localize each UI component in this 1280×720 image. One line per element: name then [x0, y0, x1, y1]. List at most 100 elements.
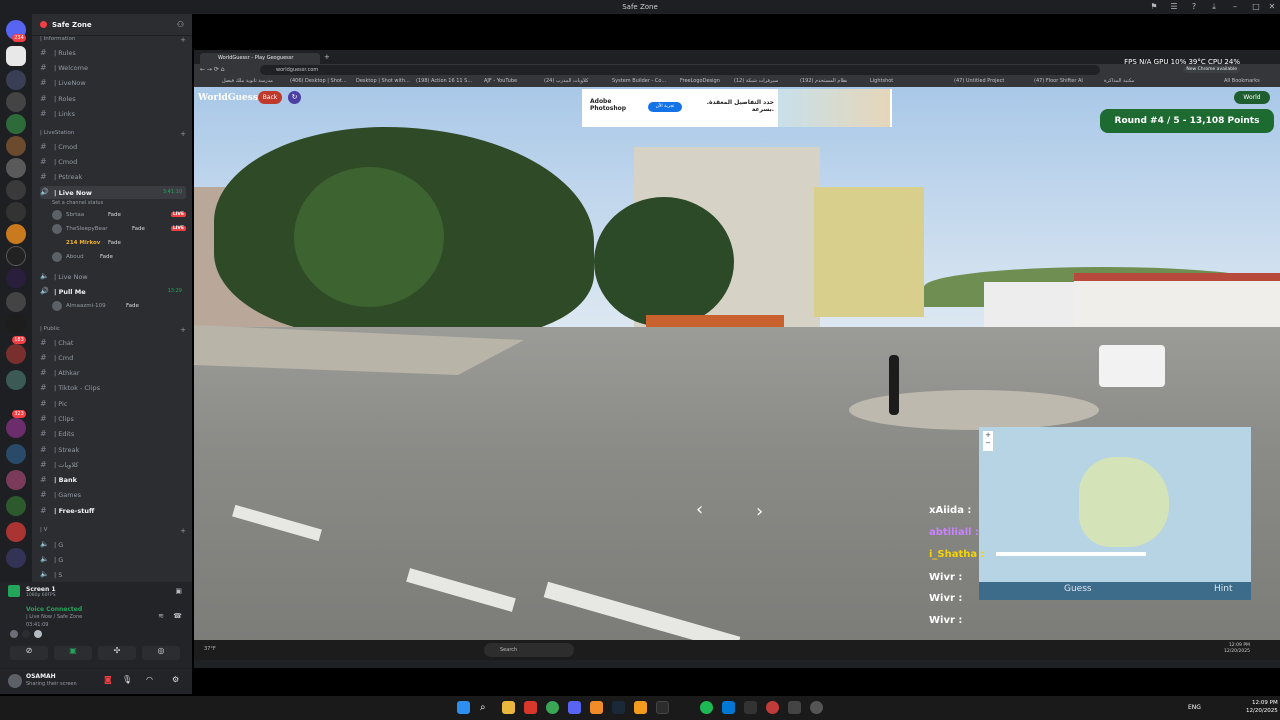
bookmark[interactable]: مكتبة المذاكرة: [1104, 78, 1134, 84]
activities-button[interactable]: ✣: [98, 646, 136, 660]
pan-left-arrow[interactable]: ‹: [696, 499, 703, 520]
bookmark[interactable]: (47) Untitled Project: [954, 78, 1004, 84]
channel-free-stuff[interactable]: # | Free-stuff: [40, 504, 186, 517]
language-indicator[interactable]: ENG: [1188, 704, 1201, 711]
channel-tiktok-clips[interactable]: # | Tiktok - Clips: [40, 381, 186, 394]
bookmark[interactable]: AJF - YouTube: [484, 78, 517, 84]
weather-widget[interactable]: 37°F: [204, 646, 216, 652]
stream-settings-icon[interactable]: ▣: [175, 587, 182, 595]
voice-channel-live-now-2[interactable]: 🔈 | Live Now: [40, 270, 186, 283]
bookmark[interactable]: FreeLogoDesign: [680, 78, 720, 84]
screen-share-view[interactable]: WorldGuessr - Play Geoguessr + FPS N/A G…: [194, 50, 1280, 668]
channel-edits[interactable]: # | Edits: [40, 427, 186, 440]
browser-tab[interactable]: WorldGuessr - Play Geoguessr: [200, 53, 320, 64]
stream-search-box[interactable]: Search: [484, 643, 574, 657]
deafen-icon[interactable]: ◠: [146, 675, 153, 684]
server-icon[interactable]: [6, 292, 26, 312]
back-button[interactable]: Back: [258, 91, 282, 104]
app-icon[interactable]: [722, 701, 735, 714]
windows-start-icon[interactable]: [457, 701, 470, 714]
channel-bank[interactable]: # | Bank: [40, 473, 186, 486]
server-icon[interactable]: [6, 158, 26, 178]
voice-user[interactable]: Aboud Fade: [52, 251, 186, 264]
channel-cmod[interactable]: # | Cmod: [40, 155, 186, 168]
street-view-panorama[interactable]: ‹ › WorldGuessr Back ↻ Adobe Photoshop ت…: [194, 87, 1280, 640]
channel-cmod[interactable]: # | Cmod: [40, 140, 186, 153]
channel-pic[interactable]: # | Pic: [40, 397, 186, 410]
refresh-icon[interactable]: ↻: [288, 91, 301, 104]
channel-clips[interactable]: # | Clips: [40, 412, 186, 425]
chrome-icon[interactable]: [546, 701, 559, 714]
server-icon[interactable]: [6, 180, 26, 200]
minimize-button[interactable]: –: [1230, 2, 1240, 12]
bookmark[interactable]: Desktop | Shot with...: [356, 78, 410, 84]
voice-channel-g[interactable]: 🔈 | G: [40, 553, 186, 566]
server-header[interactable]: Safe Zone ⚇: [32, 14, 192, 36]
voice-user[interactable]: 214 Mirkov Fade: [52, 237, 186, 250]
inbox-icon[interactable]: ⚑: [1149, 2, 1159, 12]
server-icon[interactable]: [6, 92, 26, 112]
voice-channel-s[interactable]: 🔈 | S: [40, 568, 186, 581]
server-icon[interactable]: [6, 268, 26, 288]
server-icon[interactable]: [6, 548, 26, 568]
bookmark[interactable]: (12) سيرفرات شبكة: [734, 78, 778, 84]
server-icon[interactable]: [6, 114, 26, 134]
ad-cta[interactable]: تجربة الآن: [648, 102, 682, 112]
app-icon[interactable]: [788, 701, 801, 714]
maximize-button[interactable]: □: [1251, 2, 1261, 12]
channel-links[interactable]: # | Links: [40, 107, 186, 120]
disconnect-icon[interactable]: ☎: [173, 612, 182, 620]
bookmark[interactable]: (198) Action 16 11 S...: [416, 78, 472, 84]
update-chrome-button[interactable]: New Chrome available: [1183, 66, 1240, 73]
soundboard-button[interactable]: ◎: [142, 646, 180, 660]
server-icon[interactable]: [6, 136, 26, 156]
spotify-icon[interactable]: [700, 701, 713, 714]
world-map-button[interactable]: World: [1234, 91, 1270, 104]
search-icon[interactable]: ⌕: [480, 701, 493, 714]
server-icon[interactable]: [6, 470, 26, 490]
add-channel-icon[interactable]: +: [180, 130, 186, 138]
bookmark[interactable]: (47) Floor Shifter AI: [1034, 78, 1083, 84]
voice-channel-pull-me[interactable]: 🔊 | Pull Me 13:29: [40, 285, 186, 298]
add-channel-icon[interactable]: +: [180, 527, 186, 535]
app-icon[interactable]: [766, 701, 779, 714]
help-icon[interactable]: ?: [1189, 2, 1199, 12]
app-icon[interactable]: [744, 701, 757, 714]
user-settings-icon[interactable]: ⚙: [172, 675, 179, 684]
bookmark[interactable]: (192) نظام المستخدم: [800, 78, 847, 84]
discord-icon[interactable]: [568, 701, 581, 714]
voice-channel-g[interactable]: 🔈 | G: [40, 538, 186, 551]
server-icon[interactable]: [6, 314, 26, 334]
channel-streak[interactable]: # | Streak: [40, 443, 186, 456]
mute-icon[interactable]: 🎙: [122, 675, 132, 684]
url-bar[interactable]: worldguessr.com: [260, 65, 1100, 75]
avatar[interactable]: [8, 674, 22, 688]
hint-button[interactable]: Hint: [1214, 584, 1233, 594]
voice-location[interactable]: | Live Now / Safe Zone: [26, 614, 82, 620]
server-icon[interactable]: [6, 224, 26, 244]
channel-status[interactable]: Set a channel status: [52, 200, 103, 206]
server-icon[interactable]: [6, 370, 26, 390]
category-information[interactable]: | Information: [40, 36, 75, 42]
bookmark[interactable]: System Builder - Co...: [612, 78, 666, 84]
server-icon[interactable]: [6, 522, 26, 542]
channel-roles[interactable]: # | Roles: [40, 92, 186, 105]
app-icon[interactable]: [634, 701, 647, 714]
members-icon[interactable]: ☰: [1169, 2, 1179, 12]
server-icon[interactable]: [6, 246, 26, 266]
zoom-controls[interactable]: + −: [983, 431, 993, 451]
ad-banner[interactable]: Adobe Photoshop تجربة الآن حدد التفاصيل …: [582, 89, 892, 127]
guess-button[interactable]: Guess: [1064, 584, 1092, 594]
all-bookmarks[interactable]: All Bookmarks: [1224, 78, 1260, 84]
bookmark[interactable]: Lightshot: [870, 78, 893, 84]
bookmark[interactable]: مدرسة ثانوية ملك فيصل: [222, 78, 273, 84]
server-icon[interactable]: [6, 496, 26, 516]
server-icon[interactable]: [6, 444, 26, 464]
file-explorer-icon[interactable]: [502, 701, 515, 714]
steam-icon[interactable]: [612, 701, 625, 714]
bookmark[interactable]: (24) كلاويات المدرب: [544, 78, 588, 84]
voice-user[interactable]: TheSleepyBear Fade LIVE: [52, 223, 186, 236]
add-channel-icon[interactable]: +: [180, 326, 186, 334]
app-icon[interactable]: [590, 701, 603, 714]
server-icon[interactable]: [6, 202, 26, 222]
